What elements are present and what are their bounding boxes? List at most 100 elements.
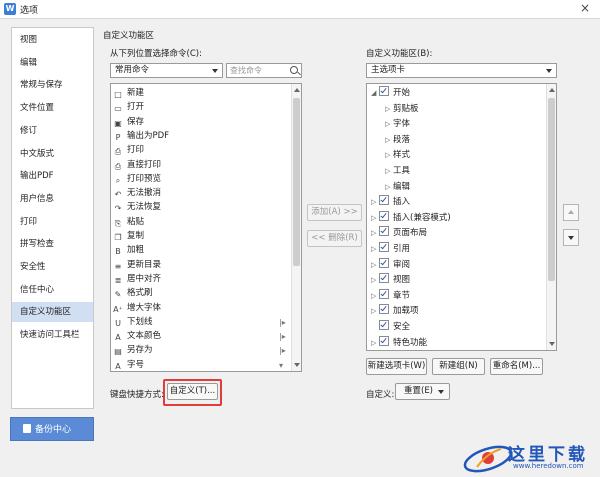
- command-item[interactable]: ⎙ 打印: [113, 143, 144, 158]
- checkbox[interactable]: [379, 320, 389, 330]
- expand-icon[interactable]: ▷: [371, 304, 379, 319]
- remove-button[interactable]: << 删除(R): [307, 230, 362, 247]
- ribbon-tab-node[interactable]: ◢ 开始: [371, 86, 410, 101]
- sidebar-item[interactable]: 视图: [12, 30, 93, 50]
- expand-icon[interactable]: ▷: [385, 164, 393, 179]
- checkbox[interactable]: [379, 242, 389, 252]
- scroll-up-icon[interactable]: [549, 88, 555, 92]
- ribbon-tree-scrollbar[interactable]: [546, 84, 556, 350]
- sidebar-item[interactable]: 安全性: [12, 257, 93, 277]
- checkbox[interactable]: [379, 288, 389, 299]
- new-group-button[interactable]: 新建组(N): [432, 358, 485, 375]
- backup-center-button[interactable]: 备份中心: [10, 417, 94, 441]
- expand-icon[interactable]: ▷: [371, 258, 379, 273]
- command-item[interactable]: ▭ 打开: [113, 100, 144, 115]
- scroll-down-icon[interactable]: [549, 342, 555, 346]
- scroll-thumb[interactable]: [293, 98, 300, 266]
- sidebar-item[interactable]: 常规与保存: [12, 75, 93, 95]
- submenu-arrow-icon[interactable]: |▸: [279, 343, 286, 358]
- new-tab-button[interactable]: 新建选项卡(W): [366, 358, 427, 375]
- checkbox[interactable]: [379, 335, 389, 346]
- ribbon-tab-node[interactable]: ▷ 插入: [371, 195, 410, 210]
- command-item[interactable]: ↷ 无法恢复: [113, 200, 161, 215]
- ribbon-group-node[interactable]: ▷ 段落: [385, 133, 410, 148]
- ribbon-tab-node[interactable]: 安全: [371, 320, 410, 335]
- expand-icon[interactable]: ▷: [371, 226, 379, 241]
- command-item[interactable]: ❐ 复制: [113, 229, 144, 244]
- expand-icon[interactable]: ▷: [385, 102, 393, 117]
- submenu-arrow-icon[interactable]: |▸: [279, 315, 286, 330]
- scroll-thumb[interactable]: [548, 98, 555, 281]
- scroll-up-icon[interactable]: [294, 88, 300, 92]
- checkbox[interactable]: [379, 210, 389, 221]
- ribbon-group-node[interactable]: ▷ 剪贴板: [385, 102, 419, 117]
- expand-icon[interactable]: ▷: [371, 289, 379, 304]
- move-down-button[interactable]: [563, 229, 579, 246]
- command-item[interactable]: A 字号 ▾: [113, 358, 283, 371]
- sidebar-item[interactable]: 编辑: [12, 53, 93, 73]
- sidebar-item[interactable]: 输出PDF: [12, 166, 93, 186]
- command-item[interactable]: ▤ 另存为 |▸: [113, 343, 286, 358]
- command-item[interactable]: A 文本颜色 |▸: [113, 329, 285, 344]
- expand-icon[interactable]: ▷: [371, 195, 379, 210]
- ribbon-tab-node[interactable]: ▷ 页面布局: [371, 226, 427, 241]
- command-item[interactable]: ≣ 居中对齐: [113, 272, 161, 287]
- sidebar-item[interactable]: 自定义功能区: [12, 302, 93, 323]
- sidebar-item[interactable]: 文件位置: [12, 98, 93, 118]
- command-item[interactable]: ↶ 无法撤消: [113, 186, 161, 201]
- rename-button[interactable]: 重命名(M)...: [490, 358, 543, 375]
- checkbox[interactable]: [379, 86, 389, 96]
- command-item[interactable]: P 输出为PDF: [113, 129, 169, 144]
- checkbox[interactable]: [379, 257, 389, 268]
- ribbon-group-node[interactable]: ▷ 字体: [385, 117, 410, 132]
- command-item[interactable]: □ 新建: [113, 86, 144, 101]
- command-item[interactable]: U 下划线 |▸: [113, 315, 286, 330]
- checkbox[interactable]: [379, 195, 389, 206]
- ribbon-tab-node[interactable]: ▷ 引用: [371, 242, 410, 257]
- ribbon-tab-node[interactable]: ▷ 审阅: [371, 257, 410, 273]
- expand-icon[interactable]: ▷: [385, 180, 393, 195]
- ribbon-group-node[interactable]: ▷ 编辑: [385, 180, 410, 195]
- close-icon[interactable]: ×: [580, 1, 590, 15]
- command-item[interactable]: ≡ 更新目录: [113, 258, 161, 273]
- ribbon-tree[interactable]: ◢ 开始 ▷ 剪贴板 ▷ 字体 ▷ 段落 ▷ 样式 ▷ 工具 ▷ 编辑 ▷ 插入 ▷ 插入(兼容模式) ▷ 页面布局 ▷…: [366, 83, 557, 351]
- sidebar-item[interactable]: 信任中心: [12, 280, 93, 300]
- command-item[interactable]: ⎘ 粘贴: [113, 215, 144, 230]
- sidebar-item[interactable]: 拼写检查: [12, 234, 93, 254]
- checkbox[interactable]: [379, 226, 389, 237]
- ribbon-tab-node[interactable]: ▷ 特色功能: [371, 335, 427, 350]
- command-list[interactable]: □ 新建 ▭ 打开 ▣ 保存 P 输出为PDF ⎙ 打印 ⎙ 直接打印 ⌕ 打印预览 ↶ 无法撤消 ↷ 无法恢复 ⎘…: [110, 83, 302, 372]
- ribbon-group-node[interactable]: ▷ 工具: [385, 164, 410, 179]
- ribbon-tab-node[interactable]: ▷ 视图: [371, 273, 410, 288]
- ribbon-tabs-select[interactable]: 主选项卡: [366, 63, 557, 78]
- sidebar-item[interactable]: 快速访问工具栏: [12, 325, 93, 345]
- command-source-select[interactable]: 常用命令: [110, 63, 223, 78]
- add-button[interactable]: 添加(A) >>: [307, 204, 362, 221]
- checkbox[interactable]: [379, 304, 389, 315]
- expand-icon[interactable]: ▷: [371, 273, 379, 288]
- reset-button[interactable]: 重置(E): [395, 383, 450, 400]
- command-search-input[interactable]: 查找命令: [226, 63, 302, 78]
- collapse-icon[interactable]: ◢: [371, 86, 379, 101]
- command-item[interactable]: ▣ 保存: [113, 115, 144, 130]
- command-item[interactable]: A⁺ 增大字体: [113, 301, 161, 316]
- submenu-arrow-icon[interactable]: |▸: [279, 329, 286, 344]
- sidebar-item[interactable]: 用户信息: [12, 189, 93, 209]
- command-list-scrollbar[interactable]: [291, 84, 301, 371]
- ribbon-group-node[interactable]: ▷ 样式: [385, 148, 410, 163]
- expand-icon[interactable]: ▷: [371, 242, 379, 257]
- command-item[interactable]: ⎙ 直接打印: [113, 158, 161, 173]
- expand-icon[interactable]: ▷: [385, 148, 393, 163]
- sidebar-item[interactable]: 中文版式: [12, 144, 93, 164]
- expand-icon[interactable]: ▷: [385, 133, 393, 148]
- ribbon-tab-node[interactable]: ▷ 章节: [371, 288, 410, 304]
- expand-icon[interactable]: ▷: [385, 117, 393, 132]
- submenu-arrow-icon[interactable]: ▾: [279, 358, 283, 371]
- ribbon-tab-node[interactable]: ▷ 插入(兼容模式): [371, 210, 451, 226]
- scroll-down-icon[interactable]: [294, 363, 300, 367]
- move-up-button[interactable]: [563, 204, 579, 221]
- checkbox[interactable]: [379, 273, 389, 284]
- command-item[interactable]: ✎ 格式刷: [113, 286, 153, 301]
- sidebar-item[interactable]: 修订: [12, 121, 93, 141]
- expand-icon[interactable]: ▷: [371, 336, 379, 350]
